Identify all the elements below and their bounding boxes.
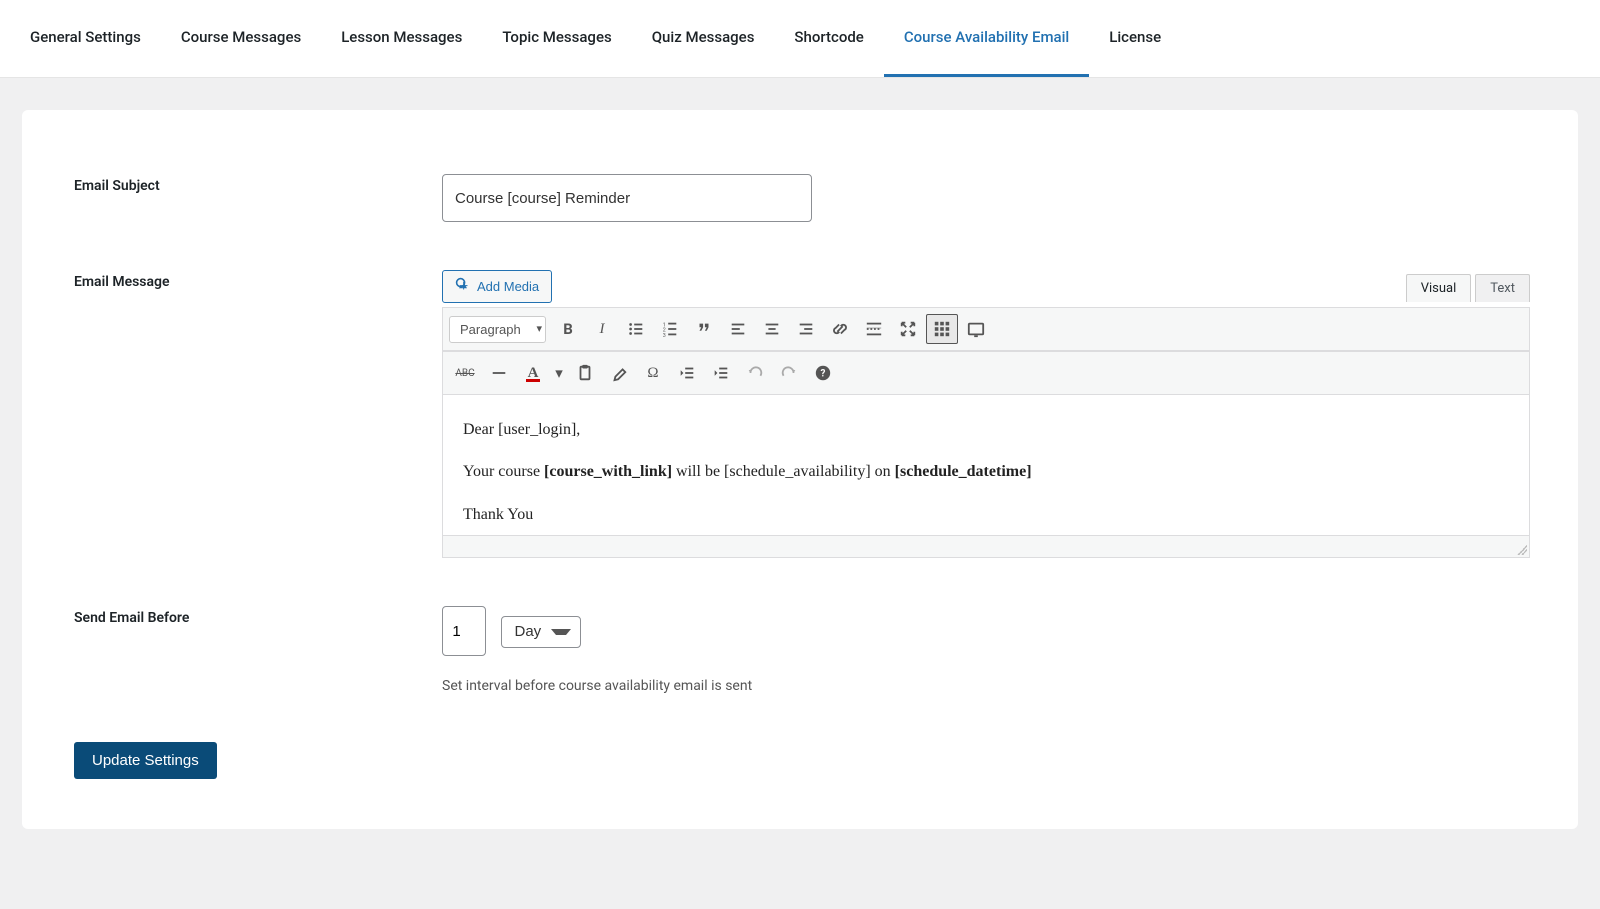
tab-general-settings[interactable]: General Settings bbox=[10, 0, 161, 77]
tab-shortcode[interactable]: Shortcode bbox=[774, 0, 883, 77]
read-more-button[interactable] bbox=[858, 314, 890, 344]
bulleted-list-button[interactable] bbox=[620, 314, 652, 344]
editor-content-area[interactable]: Dear [user_login], Your course [course_w… bbox=[443, 395, 1529, 535]
label-email-message: Email Message bbox=[22, 270, 442, 290]
toolbar-toggle-button[interactable] bbox=[926, 314, 958, 344]
settings-panel: Email Subject Email Message Add Media Vi… bbox=[22, 110, 1578, 829]
editor-toolbar-row1: Paragraph B I 123 bbox=[443, 308, 1529, 351]
align-right-button[interactable] bbox=[790, 314, 822, 344]
blockquote-button[interactable] bbox=[688, 314, 720, 344]
clear-formatting-button[interactable] bbox=[603, 358, 635, 388]
italic-button[interactable]: I bbox=[586, 314, 618, 344]
send-before-number-input[interactable] bbox=[442, 606, 486, 656]
editor-toolbar-row2: ABC A ▾ Ω ? bbox=[443, 351, 1529, 395]
email-subject-input[interactable] bbox=[442, 174, 812, 222]
tab-quiz-messages[interactable]: Quiz Messages bbox=[632, 0, 775, 77]
distraction-free-button[interactable] bbox=[960, 314, 992, 344]
tab-license[interactable]: License bbox=[1089, 0, 1181, 77]
text-color-dropdown[interactable]: ▾ bbox=[551, 358, 567, 388]
numbered-list-button[interactable]: 123 bbox=[654, 314, 686, 344]
body-greeting: Dear [user_login], bbox=[463, 415, 1509, 445]
body-thanks: Thank You bbox=[463, 500, 1509, 530]
svg-text:3: 3 bbox=[663, 333, 666, 338]
fullscreen-button[interactable] bbox=[892, 314, 924, 344]
format-select[interactable]: Paragraph bbox=[449, 316, 546, 343]
send-before-help: Set interval before course availability … bbox=[442, 678, 1530, 694]
tab-lesson-messages[interactable]: Lesson Messages bbox=[321, 0, 482, 77]
row-email-subject: Email Subject bbox=[22, 150, 1578, 246]
add-media-label: Add Media bbox=[477, 279, 539, 294]
indent-button[interactable] bbox=[705, 358, 737, 388]
text-color-button[interactable]: A bbox=[517, 358, 549, 388]
link-button[interactable] bbox=[824, 314, 856, 344]
align-left-button[interactable] bbox=[722, 314, 754, 344]
editor-tab-text[interactable]: Text bbox=[1475, 274, 1530, 302]
add-media-button[interactable]: Add Media bbox=[442, 270, 552, 303]
tab-course-availability-email[interactable]: Course Availability Email bbox=[884, 0, 1089, 77]
tab-course-messages[interactable]: Course Messages bbox=[161, 0, 321, 77]
horizontal-line-button[interactable] bbox=[483, 358, 515, 388]
editor-resize-handle[interactable] bbox=[443, 535, 1529, 557]
body-main: Your course [course_with_link] will be [… bbox=[463, 457, 1509, 487]
label-send-email-before: Send Email Before bbox=[22, 606, 442, 626]
svg-text:?: ? bbox=[821, 369, 826, 380]
align-center-button[interactable] bbox=[756, 314, 788, 344]
special-character-button[interactable]: Ω bbox=[637, 358, 669, 388]
strikethrough-button[interactable]: ABC bbox=[449, 358, 481, 388]
redo-button[interactable] bbox=[773, 358, 805, 388]
outdent-button[interactable] bbox=[671, 358, 703, 388]
settings-tabs: General Settings Course Messages Lesson … bbox=[0, 0, 1600, 78]
paste-text-button[interactable] bbox=[569, 358, 601, 388]
send-before-unit-select[interactable]: Day bbox=[501, 616, 581, 648]
label-email-subject: Email Subject bbox=[22, 174, 442, 194]
add-media-icon bbox=[455, 277, 471, 296]
row-send-email-before: Send Email Before Day Set interval befor… bbox=[22, 582, 1578, 718]
help-button[interactable]: ? bbox=[807, 358, 839, 388]
rich-text-editor: Paragraph B I 123 ABC bbox=[442, 307, 1530, 558]
tab-topic-messages[interactable]: Topic Messages bbox=[482, 0, 631, 77]
editor-tab-visual[interactable]: Visual bbox=[1406, 274, 1472, 302]
undo-button[interactable] bbox=[739, 358, 771, 388]
row-email-message: Email Message Add Media Visual Text Para… bbox=[22, 246, 1578, 582]
update-settings-button[interactable]: Update Settings bbox=[74, 742, 217, 779]
bold-button[interactable]: B bbox=[552, 314, 584, 344]
